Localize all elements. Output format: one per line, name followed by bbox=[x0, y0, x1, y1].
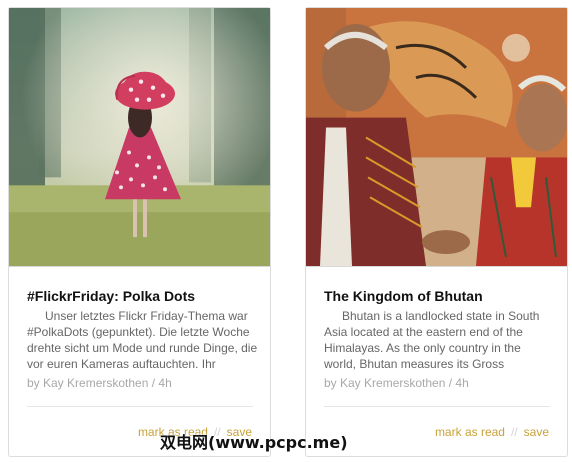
action-separator: // bbox=[510, 425, 518, 439]
divider bbox=[27, 406, 253, 407]
article-excerpt: Bhutan is a landlocked state in South As… bbox=[324, 309, 540, 371]
article-photo-polka-dots[interactable] bbox=[9, 8, 270, 267]
article-title[interactable]: The Kingdom of Bhutan bbox=[324, 288, 554, 304]
mark-as-read-link[interactable]: mark as read bbox=[435, 425, 505, 439]
article-card[interactable]: The Kingdom of Bhutan Bhutan is a landlo… bbox=[305, 7, 568, 457]
article-card[interactable]: #FlickrFriday: Polka Dots Unser letztes … bbox=[8, 7, 271, 457]
article-byline: by Kay Kremerskothen / 4h bbox=[324, 376, 469, 390]
article-byline: by Kay Kremerskothen / 4h bbox=[27, 376, 172, 390]
watermark-text: 双电网(www.pcpc.me) bbox=[160, 433, 348, 452]
article-excerpt: Unser letztes Flickr Friday-Thema war #P… bbox=[27, 309, 258, 371]
save-link[interactable]: save bbox=[524, 425, 549, 439]
article-actions: mark as read // save bbox=[435, 425, 549, 439]
article-title[interactable]: #FlickrFriday: Polka Dots bbox=[27, 288, 257, 304]
article-photo-bhutan[interactable] bbox=[306, 8, 567, 267]
divider bbox=[324, 406, 550, 407]
